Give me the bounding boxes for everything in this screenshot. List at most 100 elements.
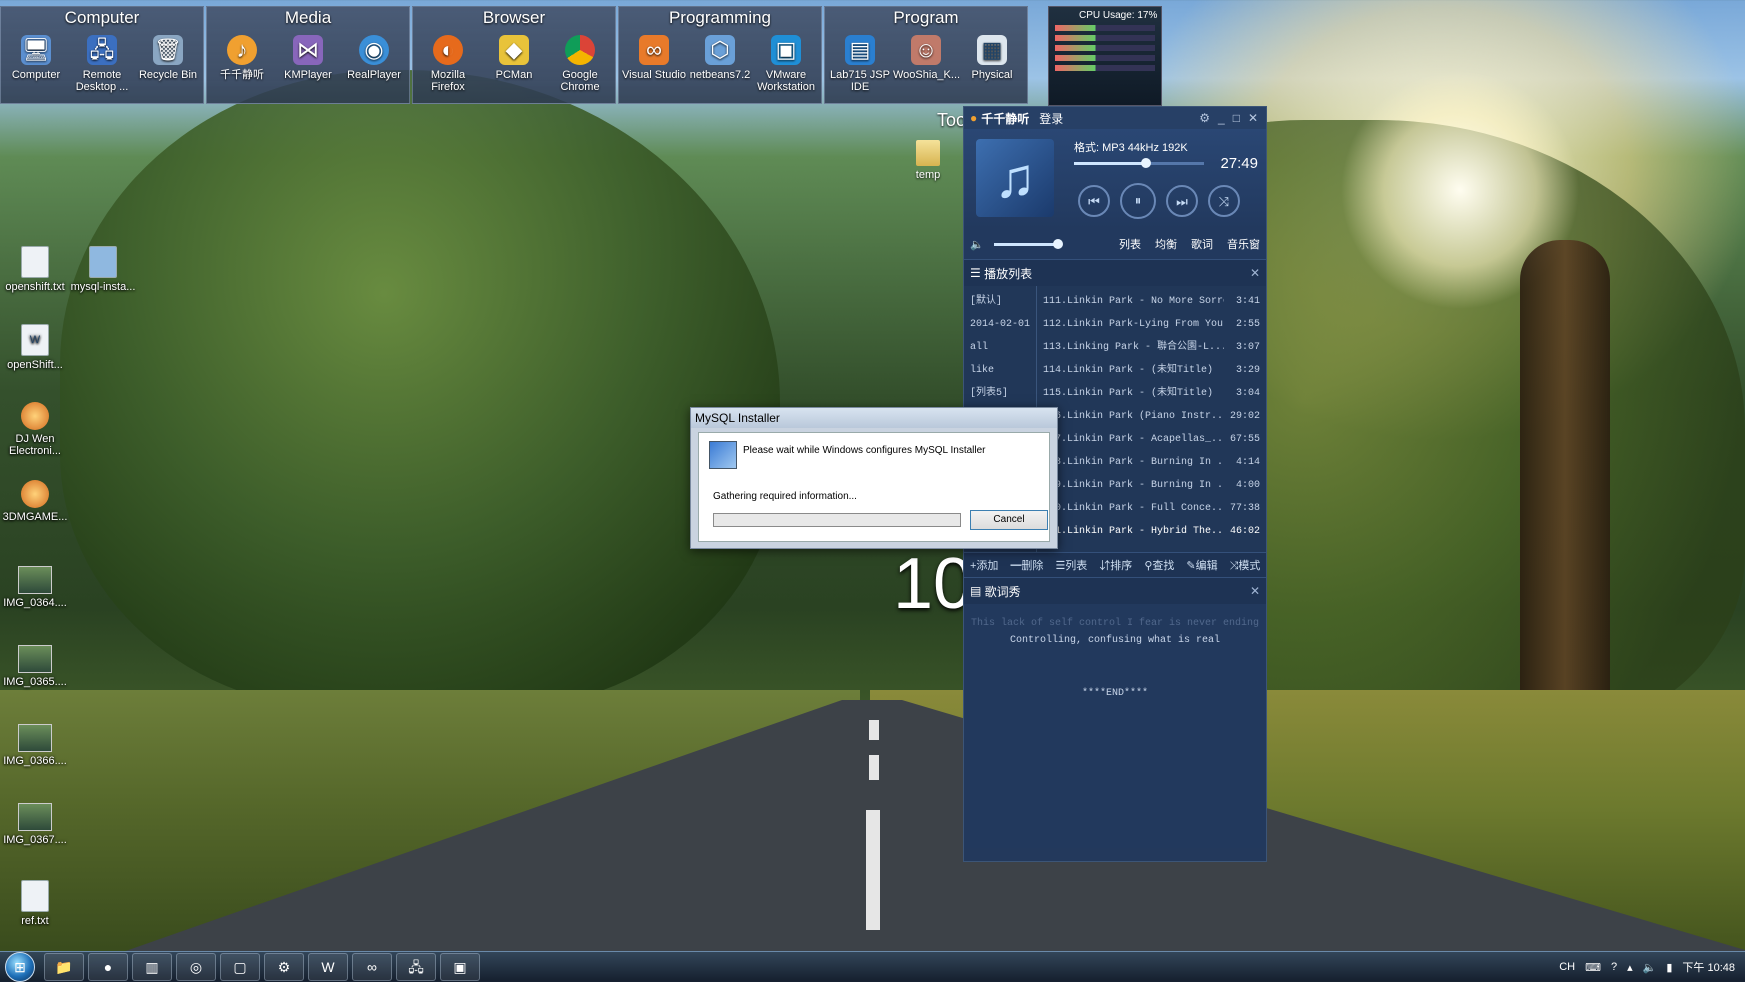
playlist-category[interactable]: 2014-02-01 (964, 313, 1036, 336)
tab-equalizer[interactable]: 均衡 (1155, 236, 1177, 252)
taskbar-remote[interactable]: 🖧 (396, 953, 436, 981)
track-row[interactable]: 120.Linkin Park - Full Conce... 77:38 (1037, 497, 1266, 520)
dock-item-label: Remote Desktop ... (75, 69, 129, 93)
close-icon[interactable]: ✕ (1250, 584, 1260, 598)
track-row[interactable]: 118.Linkin Park - Burning In ... 4:14 (1037, 451, 1266, 474)
desktop-icon-img-0364[interactable]: IMG_0364.... (0, 566, 70, 609)
player-titlebar[interactable]: ● 千千静听 登录 ⚙ _ □ ✕ (964, 107, 1266, 129)
dock-item-wooshia[interactable]: ☺ WooShia_K... (893, 29, 960, 93)
track-duration: 77:38 (1229, 503, 1260, 514)
dock-item-recycle-bin[interactable]: 🗑 Recycle Bin (135, 29, 201, 93)
desktop-icon-dj-wen[interactable]: DJ Wen Electroni... (0, 402, 70, 457)
taskbar-visual-studio[interactable]: ∞ (352, 953, 392, 981)
seek-handle[interactable] (1140, 158, 1151, 168)
dialog-status: Gathering required information... (713, 491, 857, 502)
taskbar-window[interactable]: ▢ (220, 953, 260, 981)
track-row[interactable]: 114.Linkin Park - (未知Title) 3:29 (1037, 359, 1266, 382)
dock-item-realplayer[interactable]: ◉ RealPlayer (341, 29, 407, 81)
lyrics-end: ****END**** (1081, 688, 1148, 699)
help-icon[interactable]: ? (1611, 961, 1617, 973)
desktop-icon-mysql-installer[interactable]: mysql-insta... (68, 246, 138, 293)
close-icon[interactable]: ✕ (1250, 266, 1260, 280)
taskbar-installer[interactable]: ▣ (440, 953, 480, 981)
pause-button[interactable]: ⏸ (1120, 183, 1156, 219)
desktop-icon-openshift-doc[interactable]: WopenShift... (0, 324, 70, 371)
close-icon[interactable]: ✕ (1248, 111, 1258, 125)
taskbar-word[interactable]: W (308, 953, 348, 981)
dock-item-physical[interactable]: ▦ Physical (959, 29, 1025, 93)
track-row[interactable]: 111.Linkin Park - No More Sorrow 3:41 (1037, 290, 1266, 313)
dock-item-visual-studio[interactable]: ∞ Visual Studio (621, 29, 687, 93)
find-button[interactable]: ⚲查找 (1144, 557, 1174, 573)
playlist-category[interactable]: [默认] (964, 290, 1036, 313)
volume-icon[interactable]: 🔈 (1643, 961, 1657, 974)
track-row[interactable]: 119.Linkin Park - Burning In ... 4:00 (1037, 474, 1266, 497)
tray-arrow-icon[interactable]: ▴ (1627, 961, 1633, 974)
cpu-usage-gadget[interactable]: CPU Usage: 17% (1048, 6, 1162, 106)
clock[interactable]: 下午 10:48 (1682, 959, 1735, 975)
login-link[interactable]: 登录 (1039, 110, 1063, 127)
tab-playlist[interactable]: 列表 (1119, 236, 1141, 252)
dock-item-computer[interactable]: 🖥 Computer (3, 29, 69, 93)
desktop-icon-temp[interactable]: temp (899, 140, 957, 181)
track-duration: 46:02 (1229, 526, 1260, 537)
keyboard-icon[interactable]: ⌨ (1585, 961, 1601, 974)
taskbar-tool[interactable]: ⚙ (264, 953, 304, 981)
track-duration: 3:07 (1235, 342, 1260, 353)
dock-item-lab715[interactable]: ▤ Lab715 JSP IDE (827, 29, 893, 93)
desktop-icon-img-0366[interactable]: IMG_0366.... (0, 724, 70, 767)
track-row[interactable]: 116.Linkin Park (Piano Instr... 29:02 (1037, 405, 1266, 428)
desktop-icon-ref-txt[interactable]: ref.txt (0, 880, 70, 927)
dialog-title[interactable]: MySQL Installer (691, 408, 1057, 428)
image-file-icon (18, 724, 52, 752)
start-button[interactable]: ⊞ (0, 952, 40, 982)
maximize-icon[interactable]: □ (1233, 111, 1240, 125)
desktop-icon-openshift-txt[interactable]: openshift.txt (0, 246, 70, 293)
physical-icon: ▦ (977, 35, 1007, 65)
settings-icon[interactable]: ⚙ (1199, 111, 1210, 125)
desktop-icon-3dmgame[interactable]: 3DMGAME... (0, 480, 70, 523)
dock-item-firefox[interactable]: ◐ Mozilla Firefox (415, 29, 481, 93)
list-button[interactable]: ☰列表 (1055, 557, 1087, 573)
add-button[interactable]: +添加 (970, 557, 998, 573)
sort-button[interactable]: ⇵排序 (1099, 557, 1132, 573)
mode-button[interactable]: ⤨模式 (1230, 557, 1261, 573)
track-row[interactable]: 117.Linkin Park - Acapellas_... 67:55 (1037, 428, 1266, 451)
taskbar-app[interactable]: ▥ (132, 953, 172, 981)
seek-bar[interactable] (1074, 158, 1204, 168)
playlist-category[interactable]: all (964, 336, 1036, 359)
track-row-playing[interactable]: 121.Linkin Park - Hybrid The... 46:02 (1037, 520, 1266, 543)
dock-item-remote-desktop[interactable]: 🖧 Remote Desktop ... (69, 29, 135, 93)
playlist-category[interactable]: like (964, 359, 1036, 382)
playlist-category[interactable]: [列表5] (964, 382, 1036, 405)
desktop-icon-img-0365[interactable]: IMG_0365.... (0, 645, 70, 688)
speaker-icon[interactable]: 🔈 (970, 238, 984, 251)
taskbar-chrome[interactable]: ◎ (176, 953, 216, 981)
track-row[interactable]: 113.Linking Park - 聯合公園-L... 3:07 (1037, 336, 1266, 359)
network-icon[interactable]: ▮ (1666, 961, 1672, 974)
dock-item-kmplayer[interactable]: ⋈ KMPlayer (275, 29, 341, 81)
volume-slider[interactable] (993, 238, 1063, 249)
dock-item-label: Mozilla Firefox (430, 69, 466, 93)
minimize-icon[interactable]: _ (1218, 111, 1225, 125)
volume-handle[interactable] (1052, 238, 1063, 249)
dock-item-ttplayer[interactable]: ♪ 千千静听 (209, 29, 275, 81)
cancel-button[interactable]: Cancel (970, 510, 1048, 530)
track-row[interactable]: 112.Linkin Park-Lying From You 2:55 (1037, 313, 1266, 336)
language-indicator[interactable]: CH (1559, 961, 1575, 973)
taskbar-ttplayer[interactable]: ● (88, 953, 128, 981)
tab-lyrics[interactable]: 歌词 (1191, 236, 1213, 252)
dock-item-netbeans[interactable]: ⬡ netbeans7.2 (687, 29, 753, 93)
desktop-icon-img-0367[interactable]: IMG_0367.... (0, 803, 70, 846)
delete-button[interactable]: ━删除 (1010, 557, 1043, 573)
edit-button[interactable]: ✎编辑 (1186, 557, 1217, 573)
taskbar-explorer[interactable]: 📁 (44, 953, 84, 981)
previous-track-button[interactable]: ⏮ (1078, 185, 1110, 217)
track-row[interactable]: 115.Linkin Park - (未知Title) 3:04 (1037, 382, 1266, 405)
shuffle-button[interactable]: ⤨ (1208, 185, 1240, 217)
dock-item-chrome[interactable]: Google Chrome (547, 29, 613, 93)
dock-item-pcman[interactable]: ◆ PCMan (481, 29, 547, 93)
next-track-button[interactable]: ⏭ (1166, 185, 1198, 217)
dock-item-vmware[interactable]: ▣ VMware Workstation (753, 29, 819, 93)
tab-music-window[interactable]: 音乐窗 (1227, 236, 1260, 252)
